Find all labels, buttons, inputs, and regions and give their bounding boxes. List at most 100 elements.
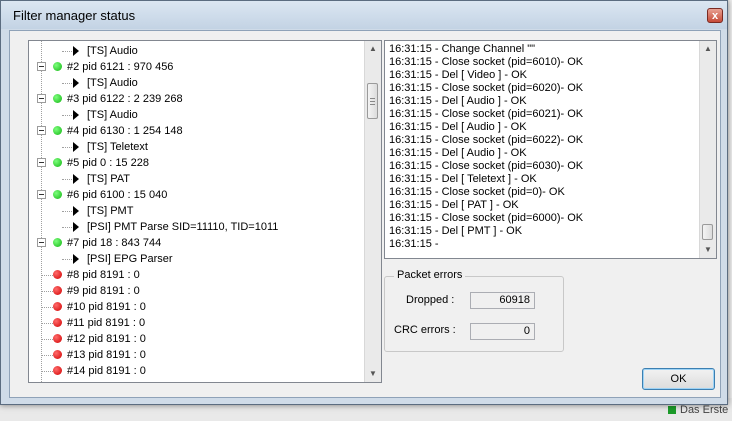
tree-node-pid[interactable]: #9 pid 8191 : 0 <box>29 283 365 299</box>
collapse-icon[interactable] <box>37 238 46 247</box>
tree-node-pid[interactable]: #8 pid 8191 : 0 <box>29 267 365 283</box>
log-line: 16:31:15 - <box>389 238 439 250</box>
tree-node-pid[interactable]: #7 pid 18 : 843 744 <box>29 235 365 251</box>
filter-manager-dialog: Filter manager status x [TS] Audio #2 pid… <box>0 0 728 405</box>
tree-node-label: [TS] Teletext <box>87 141 148 153</box>
tree-connector <box>62 259 72 260</box>
tree-node-label: [TS] PMT <box>87 205 134 217</box>
tree-node-pid[interactable]: #13 pid 8191 : 0 <box>29 347 365 363</box>
log-line: 16:31:15 - Del [ PMT ] - OK <box>389 225 523 237</box>
tree-node-filter[interactable]: [TS] PMT <box>29 203 365 219</box>
status-green-icon <box>53 190 62 199</box>
tree-node-label: #4 pid 6130 : 1 254 148 <box>67 125 183 137</box>
filter-tree-rows: [TS] Audio #2 pid 6121 : 970 456 [TS] Audi… <box>29 41 365 382</box>
scroll-down-arrow-icon[interactable]: ▼ <box>365 366 381 382</box>
grip-line <box>370 104 375 105</box>
tree-connector <box>62 227 72 228</box>
tree-node-pid[interactable]: #11 pid 8191 : 0 <box>29 315 365 331</box>
log-line: 16:31:15 - Del [ Teletext ] - OK <box>389 173 537 185</box>
tree-connector <box>41 307 53 308</box>
tree-connector <box>41 323 53 324</box>
log-line: 16:31:15 - Del [ Audio ] - OK <box>389 95 527 107</box>
filter-arrow-icon <box>73 142 79 152</box>
status-red-icon <box>53 302 62 311</box>
tree-node-label: #15 pid 8191 : 0 <box>67 379 146 382</box>
collapse-icon[interactable] <box>37 62 46 71</box>
window-title: Filter manager status <box>13 8 136 23</box>
crc-errors-value-field: 0 <box>470 323 535 340</box>
tree-node-label: #14 pid 8191 : 0 <box>67 365 146 377</box>
status-green-icon <box>53 126 62 135</box>
tree-connector <box>41 339 53 340</box>
background-channel-item: Das Erste <box>668 404 728 416</box>
collapse-icon[interactable] <box>37 94 46 103</box>
tree-node-pid[interactable]: #15 pid 8191 : 0 <box>29 379 365 382</box>
grip-line <box>370 101 375 102</box>
tree-node-filter[interactable]: [TS] Teletext <box>29 139 365 155</box>
tree-vertical-scrollbar[interactable]: ▲ ▼ <box>364 41 381 382</box>
status-green-icon <box>53 158 62 167</box>
scroll-down-arrow-icon[interactable]: ▼ <box>700 242 716 258</box>
tree-node-label: #5 pid 0 : 15 228 <box>67 157 149 169</box>
tree-node-label: [PSI] EPG Parser <box>87 253 173 265</box>
background-channel-label: Das Erste <box>680 404 729 416</box>
tree-connector <box>41 355 53 356</box>
tree-scrollbar-thumb[interactable] <box>367 83 378 119</box>
tree-node-pid[interactable]: #14 pid 8191 : 0 <box>29 363 365 379</box>
tree-node-filter[interactable]: [PSI] EPG Parser <box>29 251 365 267</box>
tree-node-pid[interactable]: #3 pid 6122 : 2 239 268 <box>29 91 365 107</box>
filter-arrow-icon <box>73 110 79 120</box>
close-button[interactable]: x <box>707 8 723 23</box>
log-scrollbar-thumb[interactable] <box>702 224 713 240</box>
tree-connector <box>62 147 72 148</box>
log-vertical-scrollbar[interactable]: ▲ ▼ <box>699 41 716 258</box>
tree-connector <box>62 51 72 52</box>
tree-node-pid[interactable]: #4 pid 6130 : 1 254 148 <box>29 123 365 139</box>
tree-node-filter[interactable]: [TS] Audio <box>29 75 365 91</box>
tree-node-label: #8 pid 8191 : 0 <box>67 269 140 281</box>
filter-arrow-icon <box>73 174 79 184</box>
packet-errors-label: Packet errors <box>394 269 466 281</box>
log-line: 16:31:15 - Del [ Audio ] - OK <box>389 147 527 159</box>
tree-connector <box>62 83 72 84</box>
log-line: 16:31:15 - Close socket (pid=0)- OK <box>389 186 565 198</box>
status-green-icon <box>53 62 62 71</box>
log-line: 16:31:15 - Close socket (pid=6010)- OK <box>389 56 584 68</box>
filter-arrow-icon <box>73 254 79 264</box>
tree-connector <box>41 371 53 372</box>
tree-node-pid[interactable]: #10 pid 8191 : 0 <box>29 299 365 315</box>
tree-node-pid[interactable]: #6 pid 6100 : 15 040 <box>29 187 365 203</box>
log-line: 16:31:15 - Del [ Audio ] - OK <box>389 121 527 133</box>
tree-connector <box>62 115 72 116</box>
tree-node-filter[interactable]: [TS] Audio <box>29 107 365 123</box>
tree-node-pid[interactable]: #2 pid 6121 : 970 456 <box>29 59 365 75</box>
tree-node-filter[interactable]: [TS] Audio <box>29 43 365 59</box>
tree-connector <box>62 211 72 212</box>
collapse-icon[interactable] <box>37 126 46 135</box>
tree-node-label: [TS] Audio <box>87 77 138 89</box>
log-line: 16:31:15 - Del [ PAT ] - OK <box>389 199 519 211</box>
tree-node-filter[interactable]: [TS] PAT <box>29 171 365 187</box>
tree-node-pid[interactable]: #5 pid 0 : 15 228 <box>29 155 365 171</box>
scroll-up-arrow-icon[interactable]: ▲ <box>365 41 381 57</box>
collapse-icon[interactable] <box>37 190 46 199</box>
title-bar[interactable]: Filter manager status x <box>1 1 727 29</box>
filter-arrow-icon <box>73 222 79 232</box>
log-line: 16:31:15 - Close socket (pid=6022)- OK <box>389 134 584 146</box>
tree-node-label: #6 pid 6100 : 15 040 <box>67 189 168 201</box>
grip-line <box>370 98 375 99</box>
channel-status-icon <box>668 406 676 415</box>
collapse-icon[interactable] <box>37 158 46 167</box>
packet-errors-group <box>384 276 564 352</box>
tree-connector <box>62 179 72 180</box>
event-log[interactable]: 16:31:15 - Change Channel "" 16:31:15 - C… <box>384 40 717 259</box>
scroll-up-arrow-icon[interactable]: ▲ <box>700 41 716 57</box>
log-line: 16:31:15 - Close socket (pid=6020)- OK <box>389 82 584 94</box>
tree-node-pid[interactable]: #12 pid 8191 : 0 <box>29 331 365 347</box>
tree-node-label: [TS] Audio <box>87 45 138 57</box>
filter-arrow-icon <box>73 206 79 216</box>
tree-node-filter[interactable]: [PSI] PMT Parse SID=11110, TID=1011 <box>29 219 365 235</box>
ok-button[interactable]: OK <box>642 368 715 390</box>
tree-node-label: #2 pid 6121 : 970 456 <box>67 61 174 73</box>
filter-tree[interactable]: [TS] Audio #2 pid 6121 : 970 456 [TS] Audi… <box>28 40 382 383</box>
